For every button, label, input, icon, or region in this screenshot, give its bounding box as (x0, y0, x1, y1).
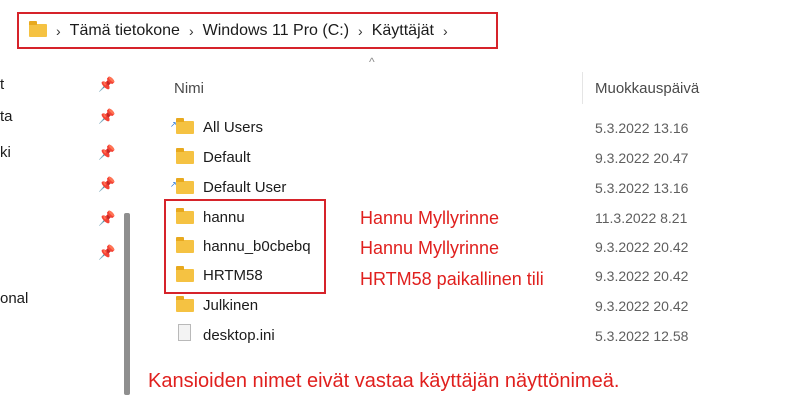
file-date: 9.3.2022 20.42 (595, 298, 689, 314)
folder-icon (176, 296, 194, 312)
file-date: 9.3.2022 20.47 (595, 150, 689, 166)
folder-icon (29, 21, 47, 37)
nav-item[interactable]: 📌 (0, 206, 130, 234)
file-date: 9.3.2022 20.42 (595, 268, 689, 284)
breadcrumb-drive-c[interactable]: Windows 11 Pro (C:) (203, 22, 349, 40)
nav-item[interactable]: 📌 (0, 240, 130, 268)
column-header-modified[interactable]: Muokkauspäivä (595, 80, 699, 97)
file-name: All Users (203, 119, 264, 136)
file-row[interactable]: ↗ All Users 5.3.2022 13.16 (170, 114, 770, 142)
chevron-right-icon[interactable]: › (443, 23, 448, 39)
shortcut-arrow-icon: ↗ (170, 120, 177, 129)
nav-item[interactable]: onal (0, 286, 130, 314)
file-name: Default User (203, 179, 287, 196)
breadcrumb-this-pc[interactable]: Tämä tietokone (70, 22, 180, 40)
file-name: Julkinen (203, 297, 259, 314)
address-breadcrumb-highlight[interactable]: › Tämä tietokone › Windows 11 Pro (C:) ›… (17, 12, 498, 49)
nav-item-label: ta (0, 108, 13, 125)
pin-icon[interactable]: 📌 (98, 210, 115, 227)
annotation-label: Hannu Myllyrinne (360, 208, 500, 228)
annotation-label: Hannu Myllyrinne (360, 238, 500, 258)
nav-item-label: ki (0, 144, 11, 161)
pin-icon[interactable]: 📌 (98, 76, 115, 93)
nav-item[interactable]: ta 📌 (0, 104, 130, 132)
settings-file-icon (178, 324, 191, 341)
annotation-highlight-box (164, 199, 326, 294)
pin-icon[interactable]: 📌 (98, 108, 115, 125)
chevron-right-icon[interactable]: › (358, 23, 363, 39)
file-name: Default (203, 149, 251, 166)
folder-shortcut-icon (176, 118, 194, 134)
sort-ascending-icon: ^ (369, 55, 375, 69)
nav-item[interactable]: t 📌 (0, 72, 130, 100)
chevron-right-icon[interactable]: › (189, 23, 194, 39)
column-divider[interactable] (582, 72, 583, 104)
nav-item[interactable]: 📌 (0, 172, 130, 200)
annotation-note: Kansioiden nimet eivät vastaa käyttäjän … (148, 370, 620, 392)
nav-item[interactable]: ki 📌 (0, 140, 130, 168)
chevron-right-icon: › (56, 22, 61, 39)
file-row[interactable]: Default 9.3.2022 20.47 (170, 144, 770, 172)
shortcut-arrow-icon: ↗ (170, 180, 177, 189)
navigation-pane: t 📌 ta 📌 ki 📌 📌 📌 📌 onal (0, 68, 140, 395)
file-date: 5.3.2022 13.16 (595, 180, 689, 196)
pin-icon[interactable]: 📌 (98, 144, 115, 161)
column-header-name[interactable]: Nimi (174, 80, 204, 97)
nav-scrollbar[interactable] (124, 213, 130, 395)
pin-icon[interactable]: 📌 (98, 244, 115, 261)
pin-icon[interactable]: 📌 (98, 176, 115, 193)
folder-icon (176, 148, 194, 164)
nav-item-label: t (0, 76, 5, 93)
file-date: 5.3.2022 13.16 (595, 120, 689, 136)
file-row[interactable]: desktop.ini 5.3.2022 12.58 (170, 322, 770, 350)
address-bar[interactable]: › Tämä tietokone › Windows 11 Pro (C:) ›… (0, 0, 791, 68)
file-date: 11.3.2022 8.21 (595, 210, 688, 226)
breadcrumb-users[interactable]: Käyttäjät (372, 22, 434, 40)
annotation-label: HRTM58 paikallinen tili (360, 269, 544, 289)
nav-item-label: onal (0, 290, 29, 307)
file-name: desktop.ini (203, 327, 275, 344)
file-date: 5.3.2022 12.58 (595, 328, 689, 344)
folder-shortcut-icon (176, 178, 194, 194)
file-row[interactable]: ↗ Default User 5.3.2022 13.16 (170, 174, 770, 202)
file-row[interactable]: Julkinen 9.3.2022 20.42 (170, 292, 770, 320)
file-date: 9.3.2022 20.42 (595, 239, 689, 255)
